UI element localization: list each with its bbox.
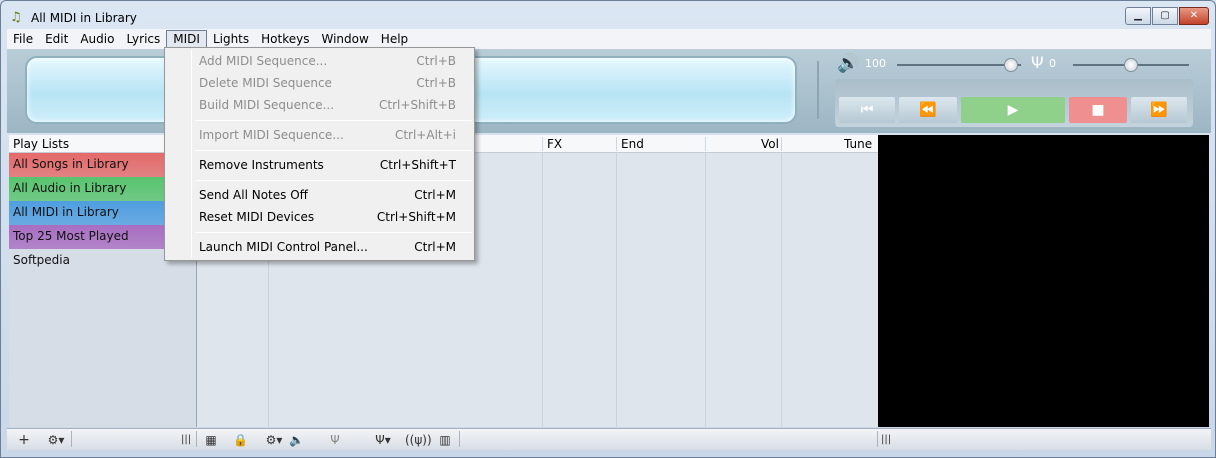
menu-item-shortcut: Ctrl+M [414, 188, 456, 202]
menu-item-label: Build MIDI Sequence... [199, 98, 335, 112]
toolbar-separator [459, 431, 460, 447]
menu-file[interactable]: File [7, 30, 39, 48]
menu-delete-midi-sequence[interactable]: Delete MIDI Sequence Ctrl+B [167, 72, 472, 94]
play-button[interactable]: ▶ [961, 97, 1065, 123]
volume-value: 100 [865, 57, 886, 70]
menu-midi[interactable]: MIDI [166, 30, 207, 48]
menu-item-shortcut: Ctrl+Shift+B [379, 98, 456, 112]
volume-slider-track[interactable] [897, 64, 1021, 66]
menu-help[interactable]: Help [375, 30, 414, 48]
menu-lights[interactable]: Lights [207, 30, 255, 48]
column-gridline [542, 153, 543, 427]
toolbar-separator [196, 431, 197, 447]
fast-forward-button[interactable]: ⏩ [1131, 97, 1187, 123]
menu-item-shortcut: Ctrl+Shift+T [379, 158, 456, 172]
bottom-toolbar: + ⚙▾ ||| ▦ 🔒 ⚙▾ 🔈 Ψ Ψ▾ ((ψ)) ▥ ||| [7, 428, 1211, 450]
transport-controls: ⏮ ⏪ ▶ ■ ⏩ [835, 79, 1193, 127]
midi-dropdown-menu: Add MIDI Sequence... Ctrl+B Delete MIDI … [164, 47, 475, 261]
tuning-fork-dropdown-icon[interactable]: Ψ▾ [373, 431, 393, 449]
column-separator[interactable] [781, 137, 782, 151]
video-display [878, 135, 1209, 427]
menu-window[interactable]: Window [315, 30, 374, 48]
column-separator[interactable] [705, 137, 706, 151]
toolbar-separator [71, 431, 72, 447]
toolbar-separator [877, 431, 878, 447]
menu-separator [195, 120, 472, 121]
column-end[interactable]: End [621, 135, 644, 153]
maximize-button[interactable]: ▢ [1152, 7, 1178, 25]
header-divider [817, 61, 819, 119]
minimize-button[interactable]: ▁ [1125, 7, 1151, 25]
column-gridline [616, 153, 617, 427]
menu-item-shortcut: Ctrl+B [416, 54, 456, 68]
menu-build-midi-sequence[interactable]: Build MIDI Sequence... Ctrl+Shift+B [167, 94, 472, 116]
menu-item-label: Add MIDI Sequence... [199, 54, 328, 68]
menu-item-label: Delete MIDI Sequence [199, 76, 332, 90]
menu-item-label: Remove Instruments [199, 158, 324, 172]
menu-lyrics[interactable]: Lyrics [120, 30, 166, 48]
menu-item-label: Import MIDI Sequence... [199, 128, 344, 142]
add-icon[interactable]: + [17, 431, 31, 449]
previous-track-button[interactable]: ⏮ [839, 97, 895, 123]
antenna-icon[interactable]: ((ψ)) [405, 431, 432, 449]
title-bar[interactable]: ♫ All MIDI in Library ▁ ▢ ✕ [1, 1, 1215, 29]
column-gridline [781, 153, 782, 427]
close-button[interactable]: ✕ [1179, 7, 1209, 25]
resize-grip-icon[interactable]: ||| [881, 431, 891, 449]
column-separator[interactable] [542, 137, 543, 151]
tuning-fork-icon[interactable]: Ψ [329, 431, 341, 449]
volume-slider-thumb[interactable] [1004, 58, 1019, 72]
menu-item-label: Send All Notes Off [199, 188, 308, 202]
grid-view-icon[interactable]: ▦ [201, 431, 221, 449]
menu-launch-midi-control-panel[interactable]: Launch MIDI Control Panel... Ctrl+M [167, 236, 472, 258]
rewind-button[interactable]: ⏪ [899, 97, 957, 123]
column-gridline [705, 153, 706, 427]
menu-hotkeys[interactable]: Hotkeys [255, 30, 315, 48]
menu-reset-midi-devices[interactable]: Reset MIDI Devices Ctrl+Shift+M [167, 206, 472, 228]
menu-item-shortcut: Ctrl+M [414, 240, 456, 254]
tune-slider-thumb[interactable] [1124, 58, 1138, 72]
window-title: All MIDI in Library [31, 11, 137, 25]
menu-item-label: Launch MIDI Control Panel... [199, 240, 368, 254]
column-vol[interactable]: Vol [761, 135, 779, 153]
menu-remove-instruments[interactable]: Remove Instruments Ctrl+Shift+T [167, 154, 472, 176]
settings-gear-icon[interactable]: ⚙▾ [263, 431, 285, 449]
resize-grip-icon[interactable]: ||| [181, 431, 191, 449]
menu-separator [195, 180, 472, 181]
piano-keys-icon[interactable]: ▥ [437, 431, 453, 449]
menu-import-midi-sequence[interactable]: Import MIDI Sequence... Ctrl+Alt+i [167, 124, 472, 146]
tuning-fork-icon[interactable]: Ψ [1031, 53, 1044, 73]
column-separator[interactable] [616, 137, 617, 151]
menu-separator [195, 232, 472, 233]
menu-edit[interactable]: Edit [39, 30, 74, 48]
speaker-icon[interactable]: 🔈 [289, 431, 304, 449]
stop-button[interactable]: ■ [1069, 97, 1127, 123]
menu-item-label: Reset MIDI Devices [199, 210, 315, 224]
menu-add-midi-sequence[interactable]: Add MIDI Sequence... Ctrl+B [167, 50, 472, 72]
menu-item-shortcut: Ctrl+B [416, 76, 456, 90]
music-note-icon: ♫ [10, 10, 22, 25]
menu-audio[interactable]: Audio [74, 30, 120, 48]
tune-value: 0 [1049, 57, 1056, 70]
window-controls: ▁ ▢ ✕ [1124, 7, 1209, 25]
menu-item-shortcut: Ctrl+Alt+i [394, 128, 456, 142]
menu-separator [195, 150, 472, 151]
speaker-icon[interactable]: 🔊 [837, 53, 859, 75]
menu-item-shortcut: Ctrl+Shift+M [376, 210, 456, 224]
lock-icon[interactable]: 🔒 [233, 431, 248, 449]
gear-icon[interactable]: ⚙▾ [45, 431, 67, 449]
menu-bar: File Edit Audio Lyrics MIDI Lights Hotke… [7, 29, 1211, 49]
menu-send-all-notes-off[interactable]: Send All Notes Off Ctrl+M [167, 184, 472, 206]
column-fx[interactable]: FX [547, 135, 562, 153]
column-tune[interactable]: Tune [844, 135, 872, 153]
